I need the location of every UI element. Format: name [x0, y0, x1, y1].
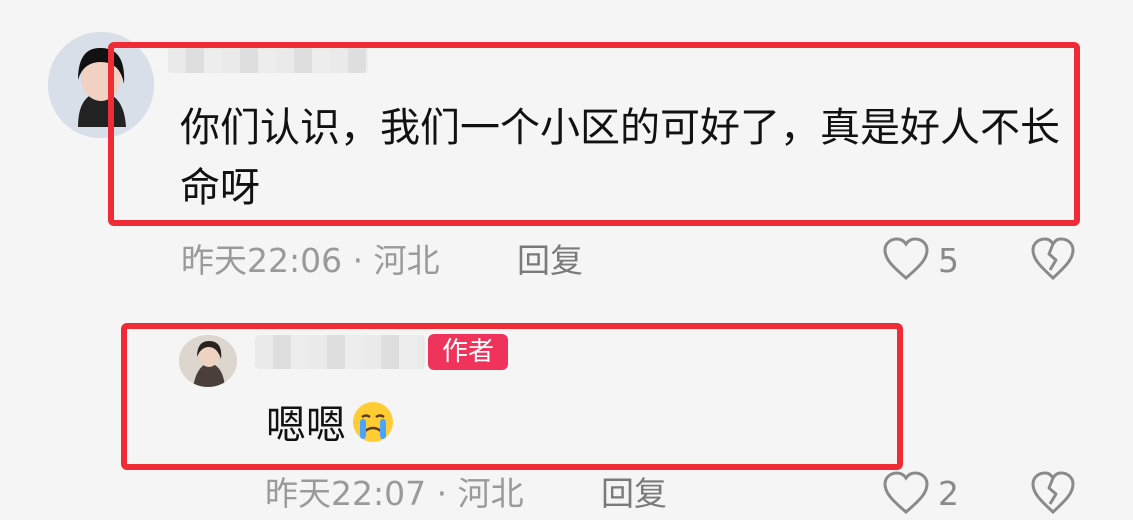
broken-heart-icon[interactable]: [1030, 236, 1076, 286]
reply-reply-button[interactable]: 回复: [601, 474, 667, 514]
heart-outline-icon[interactable]: [882, 470, 930, 520]
avatar-main-commenter[interactable]: [48, 32, 154, 138]
crying-face-emoji-icon: [348, 399, 398, 456]
main-comment-text: 你们认识，我们一个小区的可好了，真是好人不长命呀: [180, 105, 1060, 211]
reply-comment-text: 嗯嗯: [266, 402, 346, 449]
reply-comment: 嗯嗯: [266, 399, 398, 456]
avatar-author[interactable]: [179, 335, 237, 387]
heart-outline-icon[interactable]: [882, 236, 930, 286]
author-badge: 作者: [428, 334, 508, 370]
highlight-box-reply-comment: [121, 323, 903, 470]
main-like-count: 5: [938, 241, 959, 280]
reply-comment-time-location: 昨天22:07 · 河北: [265, 474, 524, 513]
username-blurred[interactable]: [168, 45, 368, 73]
main-comment-time-location: 昨天22:06 · 河北: [181, 241, 440, 280]
broken-heart-icon[interactable]: [1030, 470, 1076, 520]
author-username-blurred[interactable]: [255, 335, 425, 369]
reply-like-count: 2: [938, 474, 959, 513]
main-reply-button[interactable]: 回复: [517, 241, 583, 281]
